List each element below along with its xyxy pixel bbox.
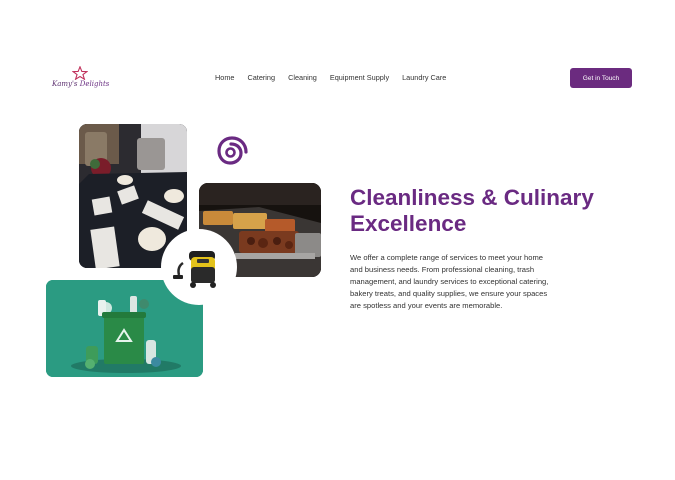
spiral-icon bbox=[217, 136, 248, 165]
nav-cleaning[interactable]: Cleaning bbox=[288, 73, 317, 82]
star-icon bbox=[72, 66, 88, 80]
nav-home[interactable]: Home bbox=[215, 73, 234, 82]
brand-name: Kamy's Delights bbox=[52, 80, 110, 88]
main-nav: Home Catering Cleaning Equipment Supply … bbox=[215, 73, 459, 82]
nav-catering[interactable]: Catering bbox=[247, 73, 275, 82]
vacuum-cleaner-icon bbox=[173, 251, 216, 288]
get-in-touch-button[interactable]: Get in Touch bbox=[570, 68, 632, 88]
nav-equipment-supply[interactable]: Equipment Supply bbox=[330, 73, 389, 82]
hero-description: We offer a complete range of services to… bbox=[350, 253, 549, 311]
nav-laundry-care[interactable]: Laundry Care bbox=[402, 73, 446, 82]
brand-logo[interactable]: Kamy's Delights bbox=[52, 66, 112, 92]
hero-title: Cleanliness & Culinary Excellence bbox=[350, 185, 594, 236]
vacuum-cleaner-badge bbox=[161, 229, 237, 305]
